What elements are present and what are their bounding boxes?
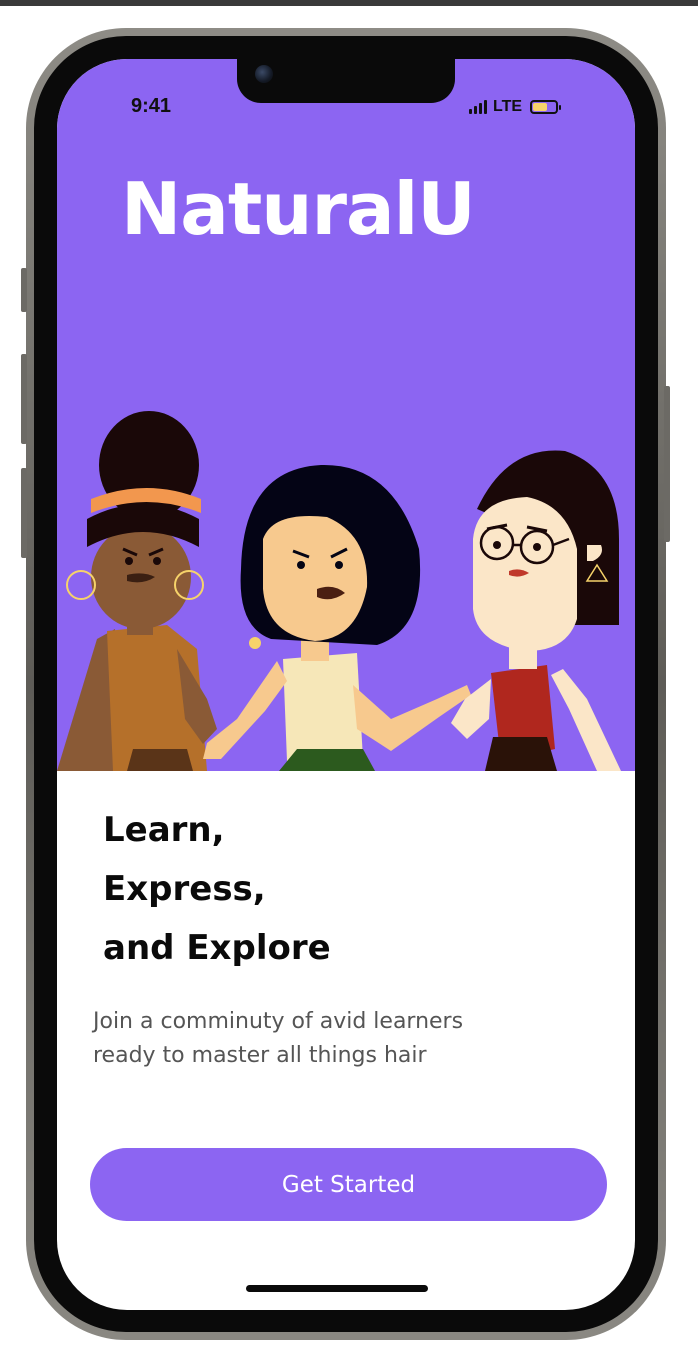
signal-bars-icon	[469, 100, 487, 114]
volume-up-button	[21, 354, 27, 444]
volume-down-button	[21, 468, 27, 558]
headline: Learn, Express, and Explore	[103, 801, 563, 978]
phone-screen: 9:41 LTE NaturalU Learn, Express, and Ex…	[57, 59, 635, 1310]
subtitle: Join a comminuty of avid learners ready …	[93, 1005, 533, 1073]
subtitle-line-2: ready to master all things hair	[93, 1043, 427, 1068]
front-camera	[255, 65, 273, 83]
get-started-button[interactable]: Get Started	[90, 1148, 607, 1221]
subtitle-line-1: Join a comminuty of avid learners	[93, 1009, 464, 1034]
notch	[237, 59, 455, 103]
hero-section: 9:41 LTE NaturalU	[57, 59, 635, 771]
woman-left-figure	[57, 411, 217, 771]
battery-level	[533, 103, 548, 111]
three-women-illustration	[57, 411, 621, 771]
network-label: LTE	[493, 98, 523, 115]
status-indicators: LTE	[469, 97, 562, 117]
window-top-edge	[0, 0, 698, 6]
headline-line-2: Express,	[103, 869, 266, 909]
woman-right-figure	[451, 450, 621, 771]
status-time: 9:41	[131, 95, 172, 117]
home-indicator[interactable]	[246, 1285, 428, 1292]
headline-line-1: Learn,	[103, 810, 225, 850]
app-title: NaturalU	[121, 167, 476, 251]
headline-line-3: and Explore	[103, 928, 331, 968]
woman-middle-figure	[203, 464, 471, 771]
power-button	[664, 386, 670, 542]
mute-switch	[21, 268, 27, 312]
battery-icon	[530, 100, 562, 114]
